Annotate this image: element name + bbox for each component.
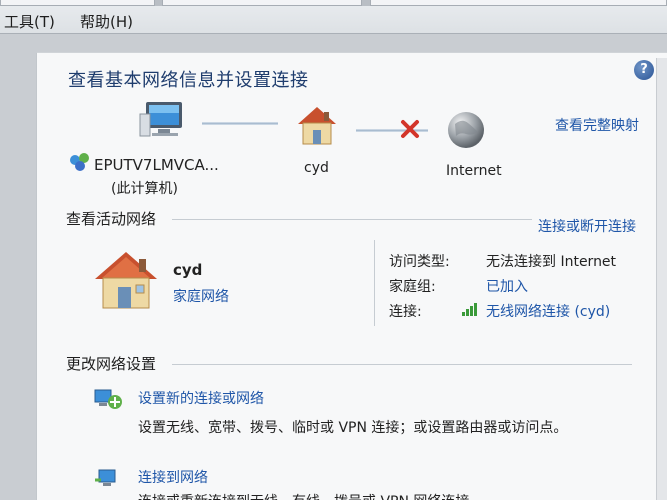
error-x-icon (401, 120, 419, 138)
internet-label: Internet (446, 163, 502, 179)
active-networks-title: 查看活动网络 (66, 210, 157, 228)
vertical-divider (374, 240, 375, 326)
network-name-label: cyd (304, 160, 329, 176)
homegroup-link[interactable]: 已加入 (486, 276, 528, 296)
help-icon[interactable]: ? (634, 60, 654, 80)
network-type-link[interactable]: 家庭网络 (173, 286, 229, 306)
computer-icon[interactable] (138, 100, 188, 140)
access-type-value: 无法连接到 Internet (486, 254, 617, 270)
window-tab[interactable] (162, 0, 362, 6)
wifi-signal-icon (462, 303, 477, 316)
setup-connection-desc: 设置无线、宽带、拨号、临时或 VPN 连接；或设置路由器或访问点。 (138, 420, 568, 436)
connection-label: 连接: (389, 304, 422, 320)
change-settings-title: 更改网络设置 (66, 355, 157, 373)
menu-bar: 工具(T) 帮助(H) (0, 0, 667, 34)
connect-disconnect-link[interactable]: 连接或断开连接 (538, 216, 636, 236)
connection-link[interactable]: 无线网络连接 (cyd) (486, 301, 610, 321)
setup-connection-icon (94, 389, 122, 409)
menu-help[interactable]: 帮助(H) (80, 11, 133, 32)
home-network-large-icon (95, 252, 157, 309)
connect-network-desc: 连接或重新连接到无线、有线、拨号或 VPN 网络连接。 (138, 491, 483, 500)
computer-name-label: EPUTV7LMVCA... (94, 156, 219, 174)
home-network-icon[interactable] (295, 104, 339, 146)
access-type-label: 访问类型: (389, 254, 450, 270)
page-title: 查看基本网络信息并设置连接 (68, 70, 309, 91)
divider (172, 364, 632, 365)
connect-network-link[interactable]: 连接到网络 (138, 467, 208, 487)
scrollbar[interactable] (656, 58, 667, 500)
window-tab[interactable] (0, 0, 155, 6)
menu-tools[interactable]: 工具(T) (4, 11, 55, 32)
window-tab[interactable] (370, 0, 667, 6)
divider (172, 219, 532, 220)
window-chrome-top (0, 0, 667, 6)
homegroup-label: 家庭组: (389, 279, 436, 295)
setup-connection-link[interactable]: 设置新的连接或网络 (138, 388, 264, 408)
connection-line (202, 122, 278, 125)
globe-icon[interactable] (446, 110, 486, 150)
computer-network-small-icon (70, 153, 89, 171)
view-full-map-link[interactable]: 查看完整映射 (555, 115, 639, 135)
connect-network-icon (95, 469, 116, 486)
computer-sub-label: (此计算机) (111, 181, 178, 197)
active-network-name: cyd (173, 261, 203, 279)
